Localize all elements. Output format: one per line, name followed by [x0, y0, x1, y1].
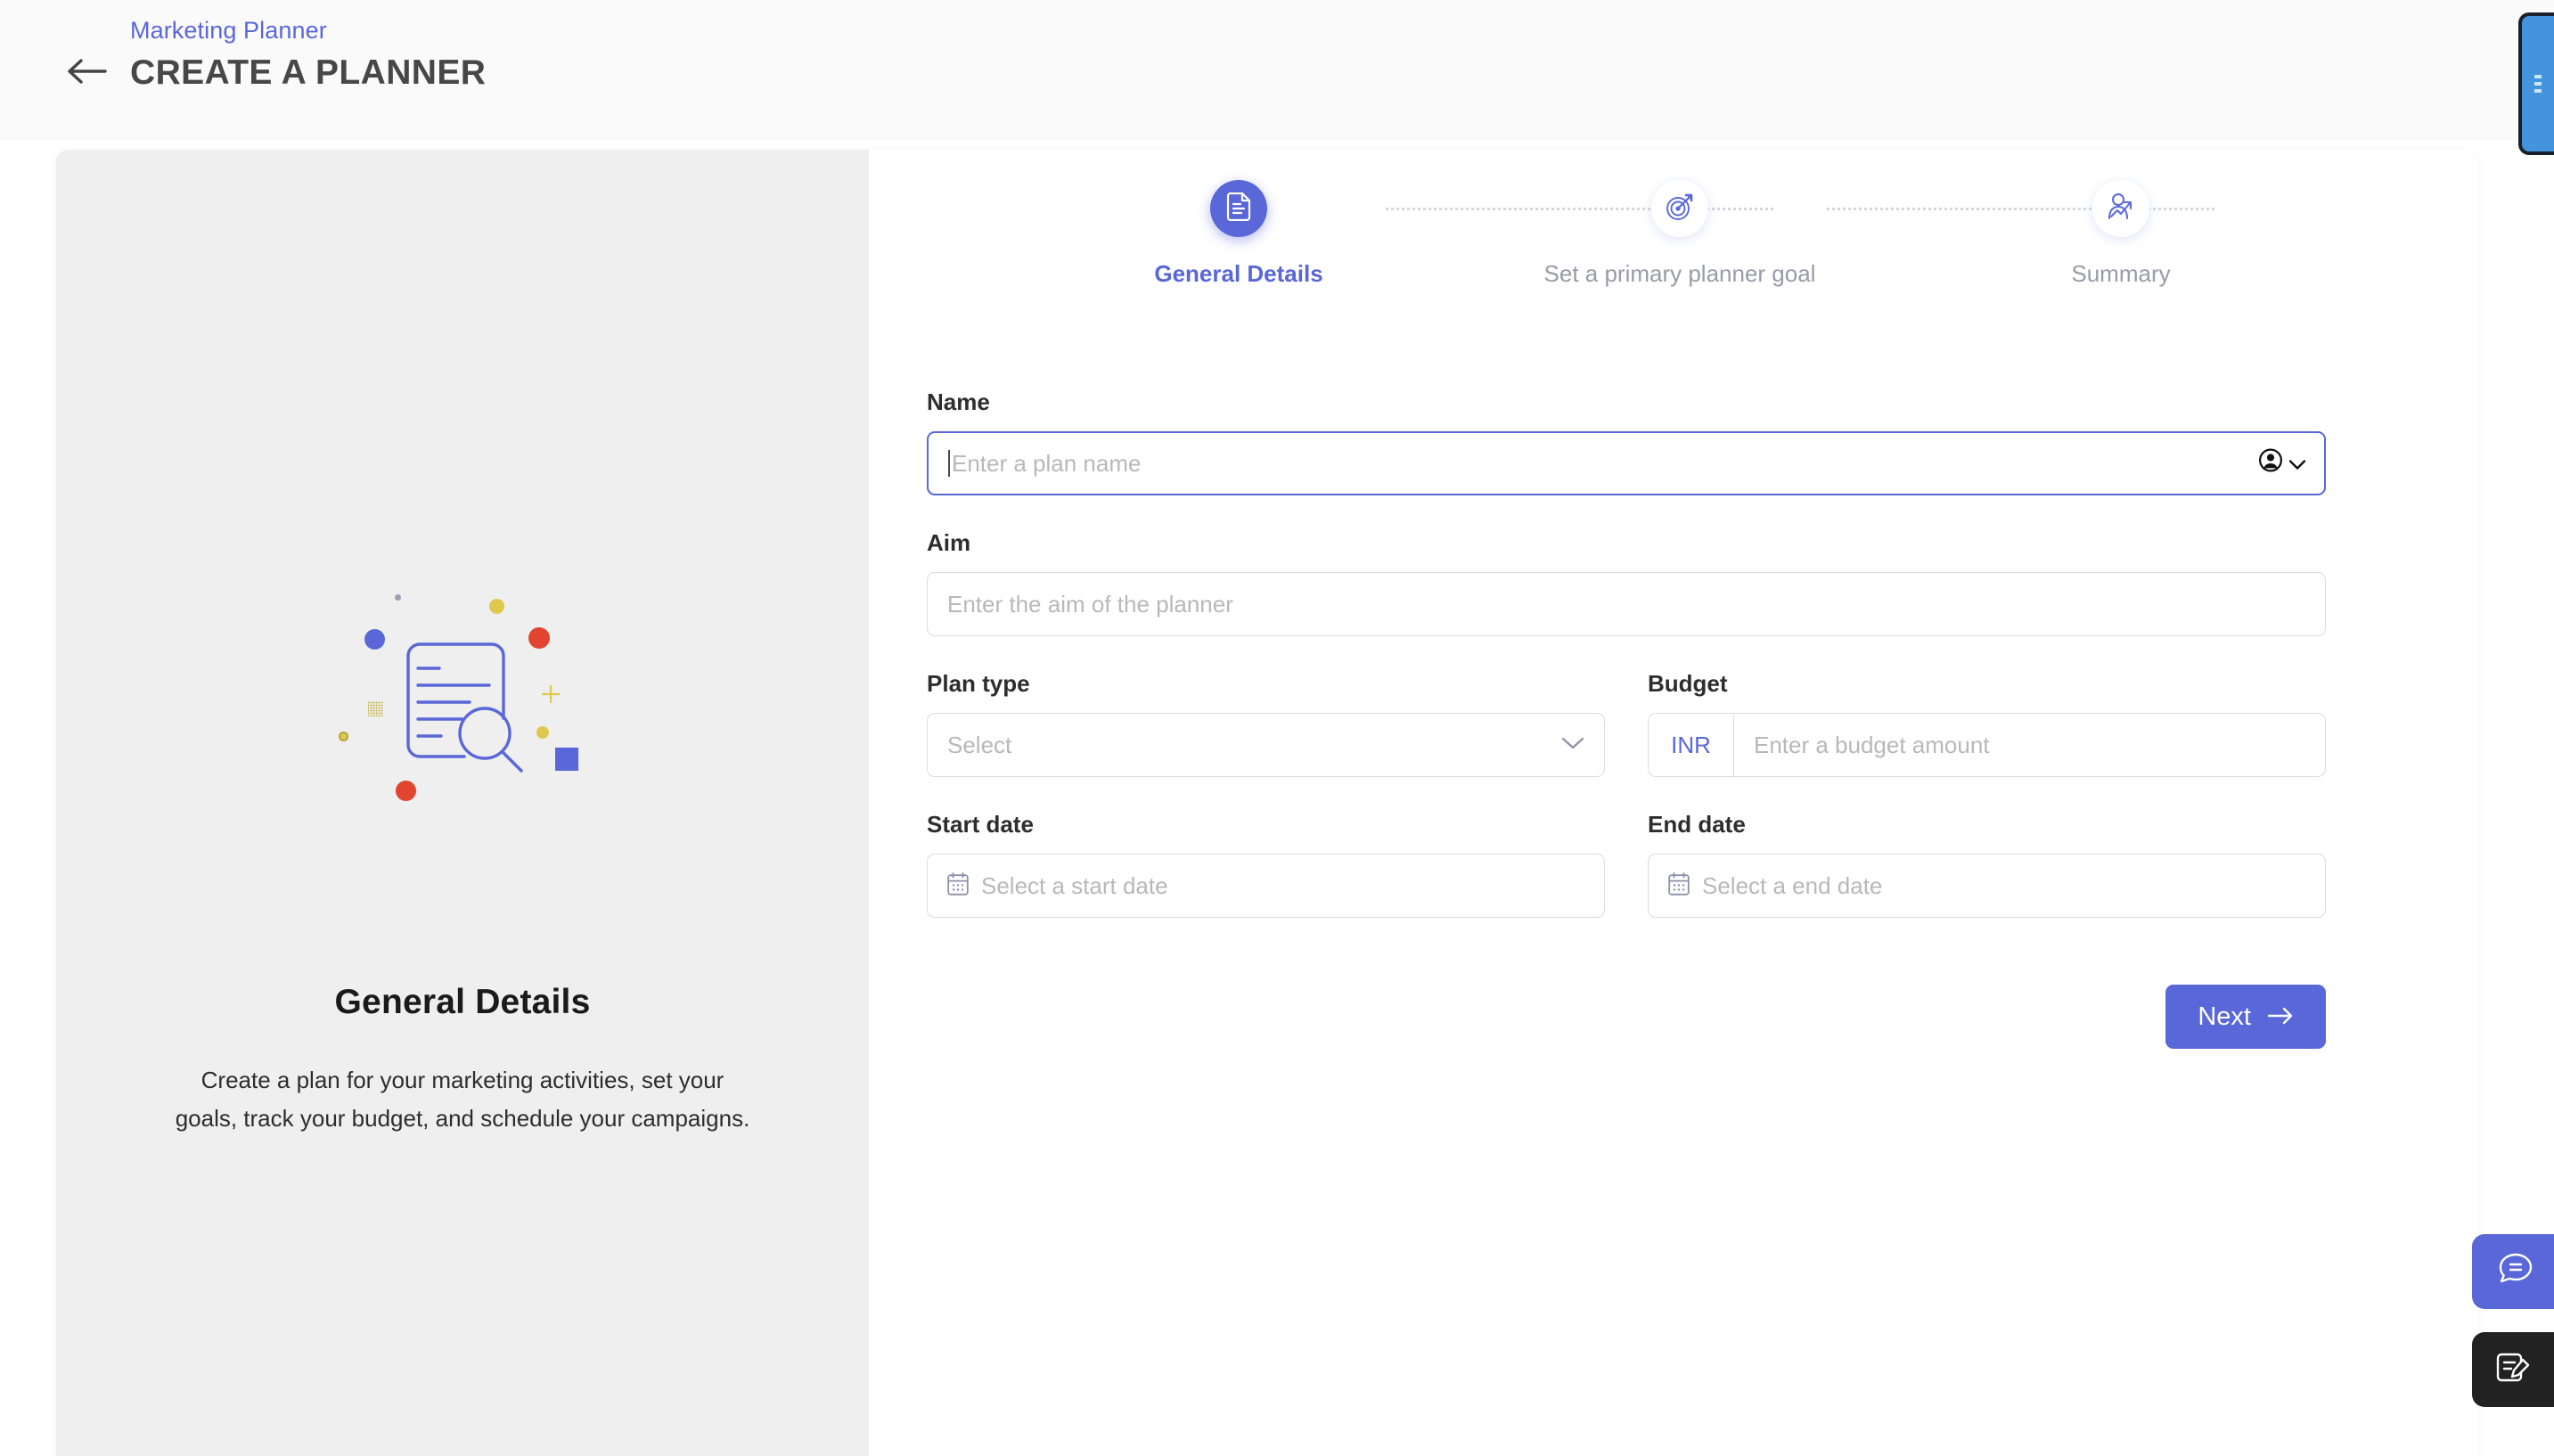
aim-input[interactable]: Enter the aim of the planner [927, 572, 2326, 636]
chat-bubble-icon [2493, 1252, 2533, 1292]
next-button[interactable]: Next [2165, 985, 2326, 1049]
budget-amount-input[interactable]: Enter a budget amount [1734, 714, 2325, 776]
step-1-label: General Details [1154, 260, 1323, 287]
illustration-panel: General Details Create a plan for your m… [56, 150, 869, 1456]
decor-square-dotted [368, 701, 383, 716]
panel-description: Create a plan for your marketing activit… [175, 1067, 750, 1132]
start-date-input[interactable]: Select a start date [927, 854, 1605, 918]
decor-dot-yellow-3 [339, 732, 348, 741]
user-circle-icon [2258, 448, 2283, 479]
target-dart-icon [1666, 192, 1694, 225]
budget-placeholder: Enter a budget amount [1754, 731, 1990, 758]
end-date-placeholder: Select a end date [1702, 871, 1883, 899]
end-date-field-group: End date Select a end date [1648, 811, 2326, 918]
plan-type-field-group: Plan type Select [927, 670, 1605, 777]
name-label: Name [927, 389, 990, 415]
date-row: Start date Select a start date End date … [927, 811, 2326, 918]
create-planner-card: General Details Create a plan for your m… [56, 150, 2477, 1456]
end-date-label: End date [1648, 811, 1746, 838]
name-input[interactable]: Enter a plan name [927, 431, 2326, 495]
start-date-placeholder: Select a start date [981, 871, 1168, 899]
end-date-input[interactable]: Select a end date [1648, 854, 2326, 918]
decor-dot-yellow [489, 599, 504, 614]
currency-selector[interactable]: INR [1649, 714, 1734, 776]
arrow-right-icon [2267, 1002, 2294, 1032]
decor-dot-blue [364, 629, 385, 650]
step-3-circle[interactable] [2092, 180, 2149, 237]
back-button[interactable] [55, 48, 118, 94]
panel-heading: General Details [334, 983, 591, 1021]
plan-type-label: Plan type [927, 670, 1030, 697]
budget-field-group: Budget INR Enter a budget amount [1648, 670, 2326, 777]
name-user-dropdown[interactable] [2258, 448, 2306, 479]
calendar-icon [947, 871, 969, 900]
decor-dot-red-2 [396, 781, 416, 801]
name-placeholder: Enter a plan name [952, 449, 1142, 477]
decor-plus-yellow [541, 684, 561, 704]
step-primary-goal[interactable]: Set a primary planner goal [1533, 180, 1827, 288]
plan-budget-row: Plan type Select Budget INR Enter a budg… [927, 670, 2326, 777]
calendar-icon [1668, 871, 1690, 900]
step-1-circle[interactable] [1210, 180, 1267, 237]
general-details-form: Name Enter a plan name Aim Enter the aim… [927, 389, 2326, 1049]
page-header: Marketing Planner CREATE A PLANNER [0, 0, 2554, 140]
step-2-circle[interactable] [1651, 180, 1708, 237]
illustration-wrapper [56, 568, 869, 801]
document-magnifier-graphic [405, 642, 539, 778]
next-button-label: Next [2198, 1002, 2251, 1031]
aim-label: Aim [927, 529, 971, 556]
form-actions: Next [927, 985, 2326, 1049]
stepper-connector-2 [1827, 208, 2214, 210]
document-icon [1225, 192, 1252, 225]
chevron-down-icon [2288, 450, 2306, 478]
plan-type-placeholder: Select [947, 731, 1012, 758]
header-text-block: Marketing Planner CREATE A PLANNER [130, 14, 486, 94]
step-general-details[interactable]: General Details [1092, 180, 1386, 288]
stepper: General Details Set a primary planner go… [869, 180, 2477, 323]
aim-field-group: Aim Enter the aim of the planner [927, 529, 2326, 636]
start-date-field-group: Start date Select a start date [927, 811, 1605, 918]
aim-placeholder: Enter the aim of the planner [947, 590, 1233, 618]
step-summary[interactable]: Summary [1974, 180, 2268, 288]
form-panel: General Details Set a primary planner go… [869, 150, 2477, 1456]
drawer-handle-icon [2534, 75, 2542, 93]
side-drawer-handle[interactable] [2518, 12, 2554, 155]
decor-dot-gray [395, 594, 401, 601]
budget-input-group: INR Enter a budget amount [1648, 713, 2326, 777]
stepper-connector-1 [1386, 208, 1773, 210]
start-date-label: Start date [927, 811, 1034, 838]
chevron-down-icon [1561, 736, 1584, 755]
plan-type-select[interactable]: Select [927, 713, 1605, 777]
text-caret [948, 450, 950, 477]
note-edit-icon [2494, 1350, 2532, 1390]
decor-square-blue [555, 748, 578, 771]
note-widget-button[interactable] [2472, 1332, 2554, 1407]
step-3-label: Summary [2071, 260, 2171, 287]
document-search-illustration [320, 568, 605, 801]
budget-label: Budget [1648, 670, 1728, 697]
arrow-left-icon [66, 57, 107, 86]
person-growth-chart-icon [2107, 192, 2135, 225]
breadcrumb[interactable]: Marketing Planner [130, 14, 486, 46]
chat-widget-button[interactable] [2472, 1234, 2554, 1309]
step-2-label: Set a primary planner goal [1543, 260, 1816, 287]
page-title: CREATE A PLANNER [130, 53, 487, 92]
